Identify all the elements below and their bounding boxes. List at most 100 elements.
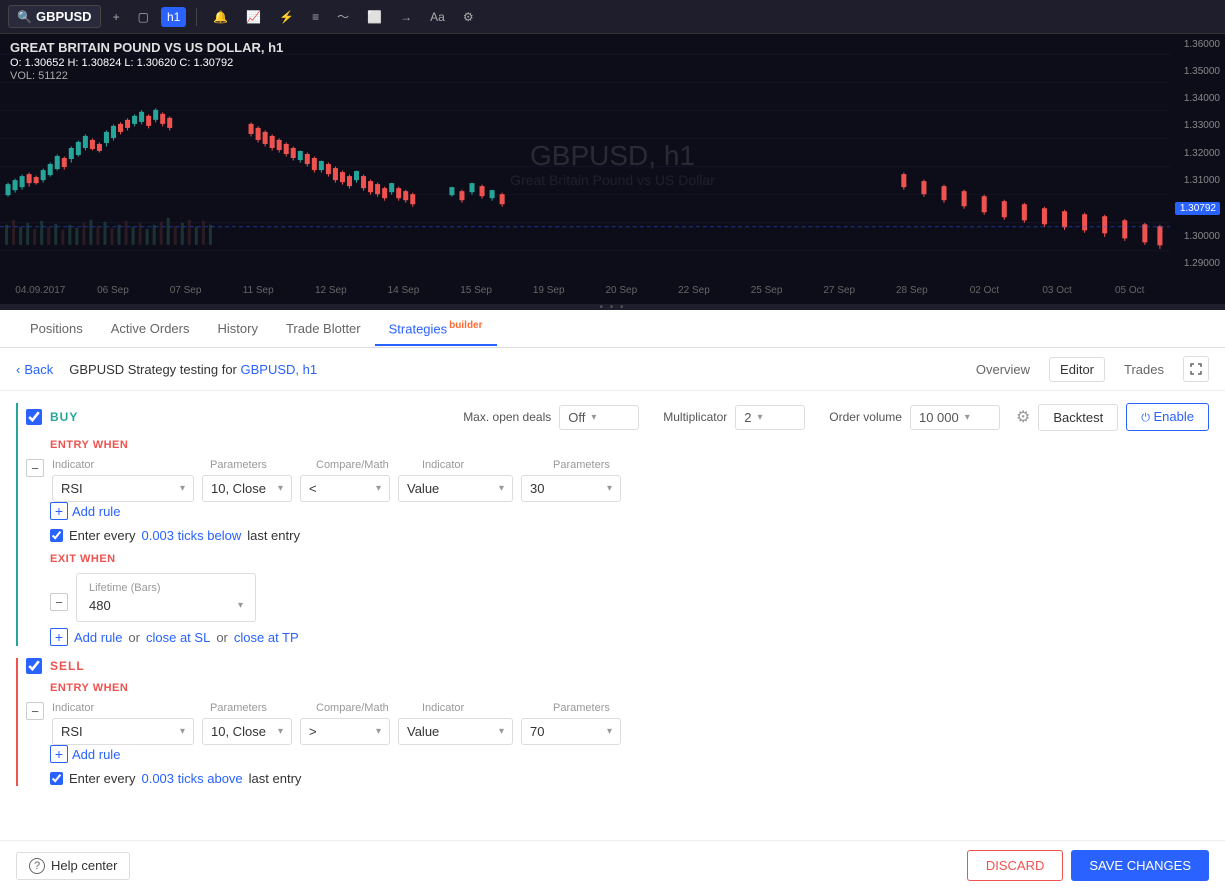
help-center-btn[interactable]: ? Help center	[16, 852, 130, 880]
buy-params2-select[interactable]: 30 ▾	[521, 475, 621, 502]
settings-chart-btn[interactable]: ⚙	[457, 7, 480, 27]
time-12sep: 12 Sep	[295, 285, 368, 296]
price-1.30: 1.30000	[1175, 231, 1220, 242]
tab-active-orders[interactable]: Active Orders	[97, 313, 204, 346]
backtest-btn[interactable]: Backtest	[1038, 404, 1118, 431]
sell-params2-select[interactable]: 70 ▾	[521, 718, 621, 745]
sell-remove-rule-btn[interactable]: −	[26, 702, 44, 720]
time-25sep: 25 Sep	[730, 285, 803, 296]
measure-btn[interactable]: ⬜	[361, 7, 388, 27]
sell-add-plus[interactable]: +	[50, 745, 68, 763]
buy-entry-row: − Indicator Parameters Compare/Math Indi…	[26, 459, 1209, 502]
close-tp-link[interactable]: close at TP	[234, 630, 299, 645]
max-deals-group: Max. open deals Off ▾ Multiplicator 2 ▾ …	[463, 403, 1209, 431]
lifetime-value: 480	[89, 598, 111, 613]
back-arrow-icon: ‹	[16, 362, 20, 377]
price-1.32: 1.32000	[1175, 148, 1220, 159]
col-hdr-params: Parameters	[210, 459, 300, 471]
view-trades-btn[interactable]: Trades	[1113, 357, 1175, 382]
time-22sep: 22 Sep	[658, 285, 731, 296]
tabs-bar: Positions Active Orders History Trade Bl…	[0, 310, 1225, 348]
buy-compare-select[interactable]: < ▾	[300, 475, 390, 502]
alert-btn[interactable]: 🔔	[207, 7, 234, 27]
chart-ohlc: O: 1.30652 H: 1.30824 L: 1.30620 C: 1.30…	[10, 57, 283, 69]
toolbar-sep-1	[196, 8, 197, 26]
exit-minus-btn[interactable]: −	[50, 593, 68, 611]
buy-remove-rule-btn[interactable]: −	[26, 459, 44, 477]
expand-icon	[1189, 362, 1203, 376]
strategy-title: GBPUSD Strategy testing for GBPUSD, h1	[69, 362, 317, 377]
tab-history[interactable]: History	[204, 313, 272, 346]
text-btn[interactable]: Aa	[424, 7, 451, 27]
view-overview-btn[interactable]: Overview	[965, 357, 1041, 382]
timeframe-h1-btn[interactable]: h1	[161, 7, 186, 27]
p2-arr: ▾	[607, 483, 612, 494]
enable-btn[interactable]: ⏻ Enable	[1126, 403, 1209, 431]
lifetime-value-row[interactable]: 480 ▾	[89, 598, 243, 613]
buy-checkbox[interactable]	[26, 409, 42, 425]
chart-watermark: GBPUSD, h1 Great Britain Pound vs US Dol…	[510, 140, 715, 188]
max-deals-label: Max. open deals	[463, 410, 551, 424]
strategy-title-link[interactable]: GBPUSD, h1	[240, 362, 317, 377]
price-1.33: 1.33000	[1175, 120, 1220, 131]
buy-indicator-select[interactable]: RSI ▾	[52, 475, 194, 502]
buy-header-row: BUY Max. open deals Off ▾ Multiplicator …	[26, 403, 1209, 431]
buy-indicator2-select[interactable]: Value ▾	[398, 475, 513, 502]
col-hdr-params2: Parameters	[553, 459, 653, 471]
chart-type-btn[interactable]: 📈	[240, 7, 267, 27]
multiplicator-select[interactable]: 2 ▾	[735, 405, 805, 430]
col-hdr-indicator: Indicator	[52, 459, 194, 471]
sell-ticks-link[interactable]: 0.003 ticks above	[141, 771, 242, 786]
sell-compare-arr: ▾	[376, 726, 381, 737]
footer-actions: DISCARD SAVE CHANGES	[967, 850, 1209, 881]
toolbar-right-group: Overview Editor Trades	[965, 356, 1209, 382]
max-deals-arrow: ▾	[591, 412, 596, 423]
buy-ticks-row: Enter every 0.003 ticks below last entry	[50, 528, 1209, 543]
sell-ind2-arr: ▾	[499, 726, 504, 737]
help-label: Help center	[51, 858, 117, 873]
sell-add-rule-btn[interactable]: Add rule	[72, 747, 120, 762]
expand-panel-btn[interactable]	[1183, 356, 1209, 382]
sell-params-select[interactable]: 10, Close ▾	[202, 718, 292, 745]
multiplicator-label: Multiplicator	[663, 410, 727, 424]
symbol-search[interactable]: 🔍 GBPUSD	[8, 5, 101, 28]
max-deals-select[interactable]: Off ▾	[559, 405, 639, 430]
add-chart-btn[interactable]: +	[107, 7, 126, 27]
buy-add-rule-btn[interactable]: Add rule	[72, 504, 120, 519]
sell-indicator-select[interactable]: RSI ▾	[52, 718, 194, 745]
back-button[interactable]: ‹ Back	[16, 362, 53, 377]
close-sl-link[interactable]: close at SL	[146, 630, 210, 645]
chart-vol: VOL: 51122	[10, 70, 283, 82]
time-axis: 04.09.2017 06 Sep 07 Sep 11 Sep 12 Sep 1…	[0, 276, 1170, 304]
mult-arrow: ▾	[758, 412, 763, 423]
discard-btn[interactable]: DISCARD	[967, 850, 1064, 881]
sell-indicator2-select[interactable]: Value ▾	[398, 718, 513, 745]
tab-trade-blotter[interactable]: Trade Blotter	[272, 313, 375, 346]
tab-positions[interactable]: Positions	[16, 313, 97, 346]
exit-add-plus[interactable]: +	[50, 628, 68, 646]
toolbar-left-group: ‹ Back GBPUSD Strategy testing for GBPUS…	[16, 362, 317, 377]
view-editor-btn[interactable]: Editor	[1049, 357, 1105, 382]
ticks-checkbox[interactable]	[50, 529, 63, 542]
sell-compare-select[interactable]: > ▾	[300, 718, 390, 745]
current-price: 1.30792	[1175, 202, 1220, 215]
order-volume-select[interactable]: 10 000 ▾	[910, 405, 1000, 430]
settings-icon[interactable]: ⚙	[1016, 407, 1030, 427]
save-changes-btn[interactable]: SAVE CHANGES	[1071, 850, 1209, 881]
tab-strategies[interactable]: Strategiesbuilder	[375, 312, 497, 346]
exit-add-rule-btn[interactable]: Add rule	[74, 630, 122, 645]
square-btn[interactable]: ▢	[132, 7, 155, 27]
time-05oct: 05 Oct	[1093, 285, 1166, 296]
arrow-btn[interactable]: →	[394, 7, 418, 27]
ticks-link[interactable]: 0.003 ticks below	[141, 528, 241, 543]
sell-ticks-checkbox[interactable]	[50, 772, 63, 785]
sell-checkbox[interactable]	[26, 658, 42, 674]
signal-btn[interactable]: 〜	[331, 5, 355, 28]
buy-add-plus[interactable]: +	[50, 502, 68, 520]
buy-params-select[interactable]: 10, Close ▾	[202, 475, 292, 502]
params-arr: ▾	[278, 483, 283, 494]
sell-p2-arr: ▾	[607, 726, 612, 737]
indicator-btn[interactable]: ⚡	[273, 7, 300, 27]
chart-header: GREAT BRITAIN POUND VS US DOLLAR, h1 O: …	[10, 40, 283, 82]
compare-btn[interactable]: ≡	[306, 7, 325, 27]
